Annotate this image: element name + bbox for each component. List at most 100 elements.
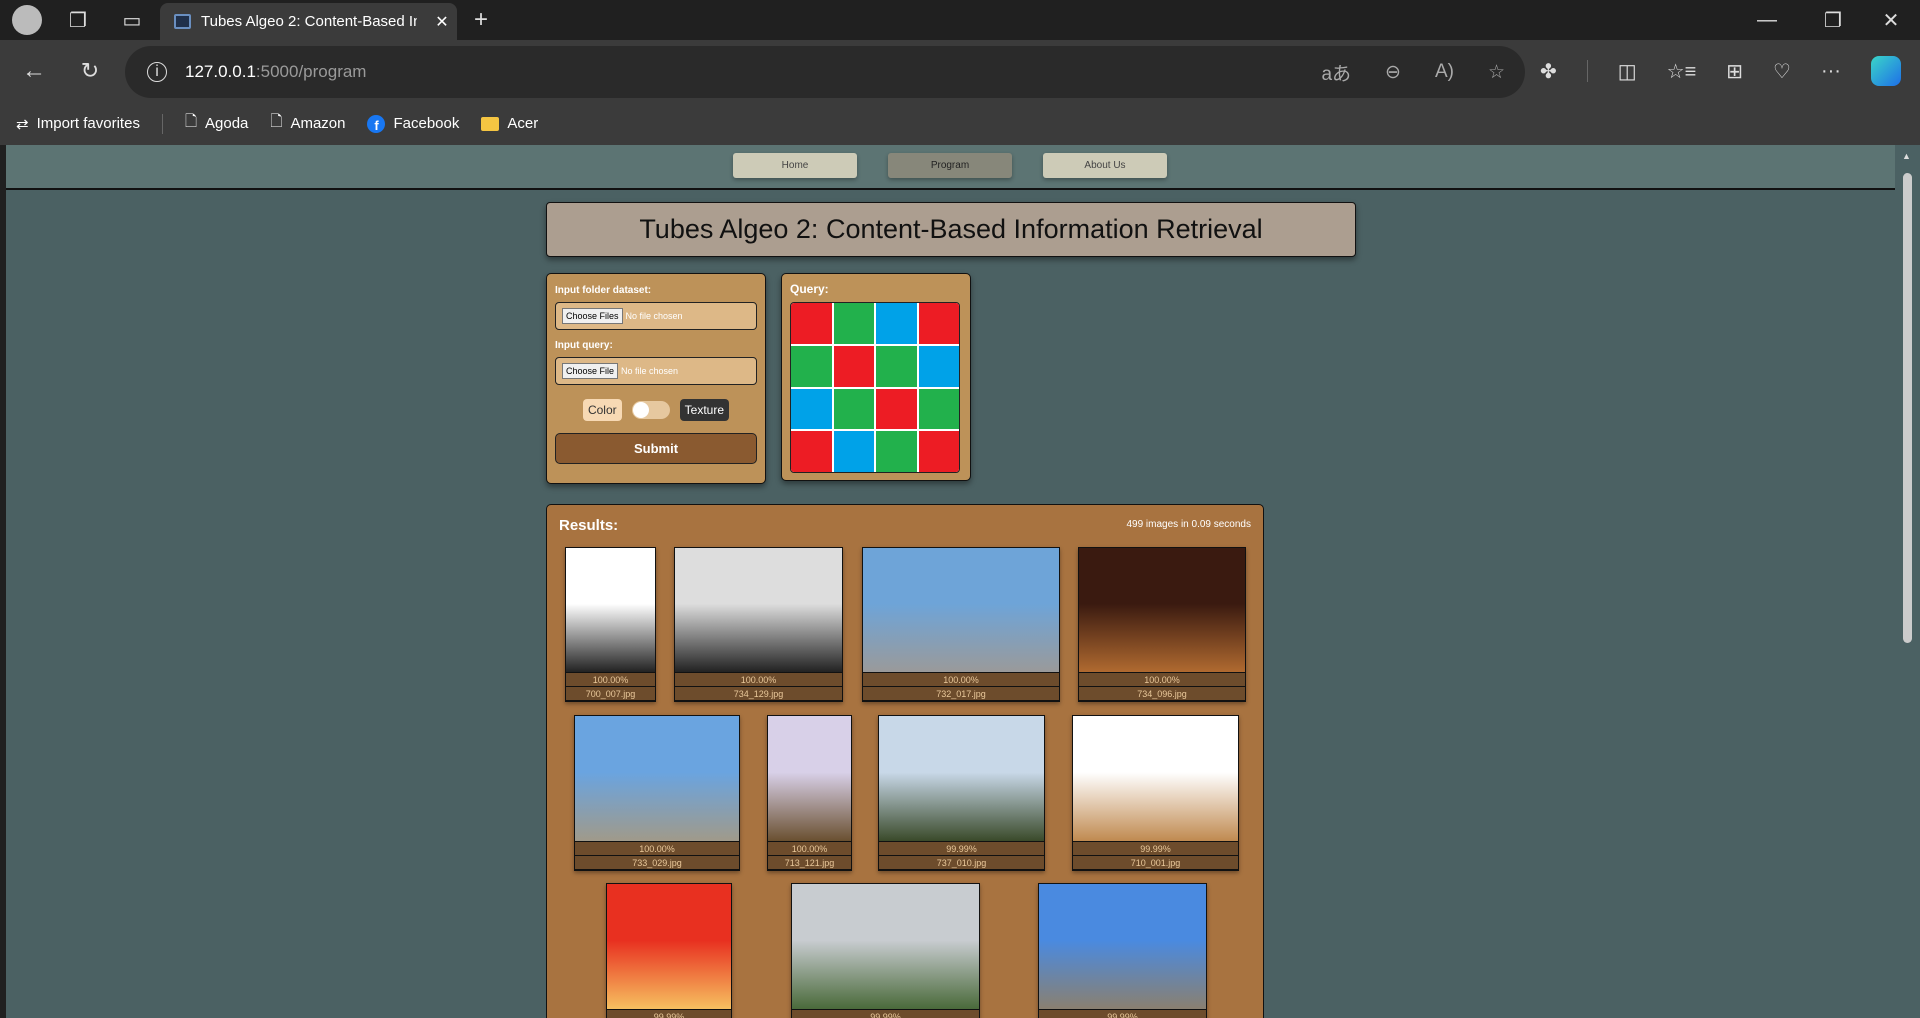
choose-file-button[interactable]: Choose File bbox=[562, 363, 619, 379]
extensions-icon[interactable]: ✤ bbox=[1540, 59, 1557, 84]
bookmark-facebook[interactable]: f Facebook bbox=[367, 114, 459, 133]
results-panel: Results: 499 images in 0.09 seconds 100.… bbox=[546, 504, 1264, 1018]
copilot-icon[interactable] bbox=[1870, 56, 1901, 86]
query-panel: Query: bbox=[781, 273, 971, 481]
scrollbar-thumb[interactable] bbox=[1903, 173, 1912, 643]
result-card[interactable]: 99.99% 710_001.jpg bbox=[1072, 715, 1239, 871]
query-cell bbox=[918, 431, 959, 472]
result-card[interactable]: 100.00% 734_129.jpg bbox=[674, 547, 843, 702]
result-filename: 713_121.jpg bbox=[768, 856, 851, 870]
results-stats: 499 images in 0.09 seconds bbox=[1126, 519, 1251, 530]
query-input-label: Input query: bbox=[555, 340, 613, 351]
result-card[interactable]: 100.00% 732_017.jpg bbox=[862, 547, 1060, 702]
similarity-percent: 100.00% bbox=[863, 673, 1059, 687]
query-cell bbox=[791, 345, 832, 387]
result-image[interactable] bbox=[566, 548, 655, 673]
bookmark-acer[interactable]: Acer bbox=[481, 115, 538, 132]
favorite-star-icon[interactable]: ☆ bbox=[1488, 61, 1505, 84]
favorites-icon[interactable]: ☆≡ bbox=[1667, 59, 1697, 84]
translate-icon[interactable]: aあ bbox=[1321, 59, 1351, 86]
result-image[interactable] bbox=[792, 884, 979, 1010]
result-image[interactable] bbox=[1039, 884, 1206, 1010]
nav-bar: Home Program About Us bbox=[6, 145, 1895, 190]
result-card[interactable]: 100.00% 734_096.jpg bbox=[1078, 547, 1246, 702]
result-card[interactable]: 99.99% bbox=[791, 883, 980, 1018]
read-aloud-icon[interactable]: A) bbox=[1435, 61, 1454, 83]
new-tab-icon[interactable]: + bbox=[466, 6, 496, 34]
folder-icon bbox=[481, 116, 500, 131]
dataset-file-input[interactable]: Choose Files No file chosen bbox=[555, 302, 757, 330]
browser-tab[interactable]: Tubes Algeo 2: Content-Based Information… bbox=[160, 3, 457, 40]
nav-program[interactable]: Program bbox=[888, 153, 1012, 178]
result-image[interactable] bbox=[768, 716, 851, 842]
dataset-status: No file chosen bbox=[625, 311, 683, 321]
browser-essentials-icon[interactable]: ♡ bbox=[1773, 59, 1791, 84]
query-cell bbox=[833, 303, 874, 344]
result-image[interactable] bbox=[863, 548, 1059, 673]
color-label: Color bbox=[582, 399, 622, 421]
nav-home[interactable]: Home bbox=[733, 153, 857, 178]
scroll-up-icon[interactable]: ▲ bbox=[1902, 151, 1911, 161]
result-card[interactable]: 100.00% 713_121.jpg bbox=[767, 715, 852, 871]
mode-toggle-row: Color Texture bbox=[555, 399, 757, 421]
result-card[interactable]: 100.00% 700_007.jpg bbox=[565, 547, 656, 702]
result-filename: 700_007.jpg bbox=[566, 687, 655, 701]
result-card[interactable]: 99.99% bbox=[1038, 883, 1207, 1018]
refresh-icon[interactable]: ↻ bbox=[74, 56, 106, 86]
result-card[interactable]: 100.00% 733_029.jpg bbox=[574, 715, 740, 871]
address-bar[interactable]: i 127.0.0.1:5000/program aあ ⊖ A) ☆ bbox=[125, 46, 1525, 98]
query-status: No file chosen bbox=[621, 366, 679, 376]
result-filename: 733_029.jpg bbox=[575, 856, 739, 870]
split-screen-icon[interactable]: ◫ bbox=[1618, 59, 1637, 84]
submit-button[interactable]: Submit bbox=[555, 433, 757, 464]
query-cell bbox=[918, 303, 959, 344]
result-filename: 734_096.jpg bbox=[1079, 687, 1245, 701]
result-image[interactable] bbox=[879, 716, 1044, 842]
query-image bbox=[790, 302, 960, 473]
result-filename: 710_001.jpg bbox=[1073, 856, 1238, 870]
bookmark-agoda[interactable]: 🗋 Agoda bbox=[185, 111, 248, 136]
url-text[interactable]: 127.0.0.1:5000/program bbox=[185, 62, 366, 82]
back-icon[interactable]: ← bbox=[18, 56, 50, 86]
result-image[interactable] bbox=[607, 884, 731, 1010]
result-filename: 732_017.jpg bbox=[863, 687, 1059, 701]
result-image[interactable] bbox=[1073, 716, 1238, 842]
choose-files-button[interactable]: Choose Files bbox=[562, 308, 623, 324]
tab-title: Tubes Algeo 2: Content-Based Information… bbox=[201, 13, 417, 30]
query-file-input[interactable]: Choose File No file chosen bbox=[555, 357, 757, 385]
restore-icon[interactable]: ❐ bbox=[1818, 6, 1848, 34]
import-icon: ⇄ bbox=[16, 115, 29, 133]
result-image[interactable] bbox=[575, 716, 739, 842]
close-window-icon[interactable]: ✕ bbox=[1876, 6, 1906, 34]
query-cell bbox=[791, 303, 832, 344]
result-image[interactable] bbox=[1079, 548, 1245, 673]
url-host: 127.0.0.1 bbox=[185, 62, 256, 81]
minimize-icon[interactable]: — bbox=[1752, 6, 1782, 34]
url-path: :5000/program bbox=[255, 62, 367, 81]
query-cell bbox=[876, 388, 917, 430]
query-cell bbox=[833, 345, 874, 387]
vertical-tabs-icon[interactable]: ▭ bbox=[116, 8, 148, 32]
nav-about-us[interactable]: About Us bbox=[1043, 153, 1167, 178]
more-icon[interactable]: ··· bbox=[1821, 60, 1841, 83]
bookmark-import-favorites[interactable]: ⇄ Import favorites bbox=[16, 115, 140, 133]
results-label: Results: bbox=[559, 517, 619, 534]
similarity-percent: 100.00% bbox=[575, 842, 739, 856]
similarity-percent: 100.00% bbox=[675, 673, 842, 687]
result-image[interactable] bbox=[675, 548, 842, 673]
browser-tab-bar: ❐ ▭ Tubes Algeo 2: Content-Based Informa… bbox=[0, 0, 1920, 40]
query-cell bbox=[876, 303, 917, 344]
site-info-icon[interactable]: i bbox=[147, 62, 167, 82]
bookmark-label: Acer bbox=[507, 115, 539, 132]
color-texture-toggle[interactable] bbox=[631, 401, 670, 419]
workspaces-icon[interactable]: ❐ bbox=[62, 8, 94, 32]
collections-icon[interactable]: ⊞ bbox=[1726, 59, 1743, 84]
bookmark-amazon[interactable]: 🗋 Amazon bbox=[270, 111, 345, 136]
result-card[interactable]: 99.99% bbox=[606, 883, 732, 1018]
profile-avatar-icon[interactable] bbox=[12, 5, 42, 35]
close-tab-icon[interactable]: ✕ bbox=[427, 12, 457, 32]
query-label: Query: bbox=[790, 282, 829, 296]
zoom-out-icon[interactable]: ⊖ bbox=[1385, 61, 1401, 84]
result-card[interactable]: 99.99% 737_010.jpg bbox=[878, 715, 1045, 871]
page-scrollbar[interactable]: ▲ bbox=[1895, 145, 1920, 1018]
